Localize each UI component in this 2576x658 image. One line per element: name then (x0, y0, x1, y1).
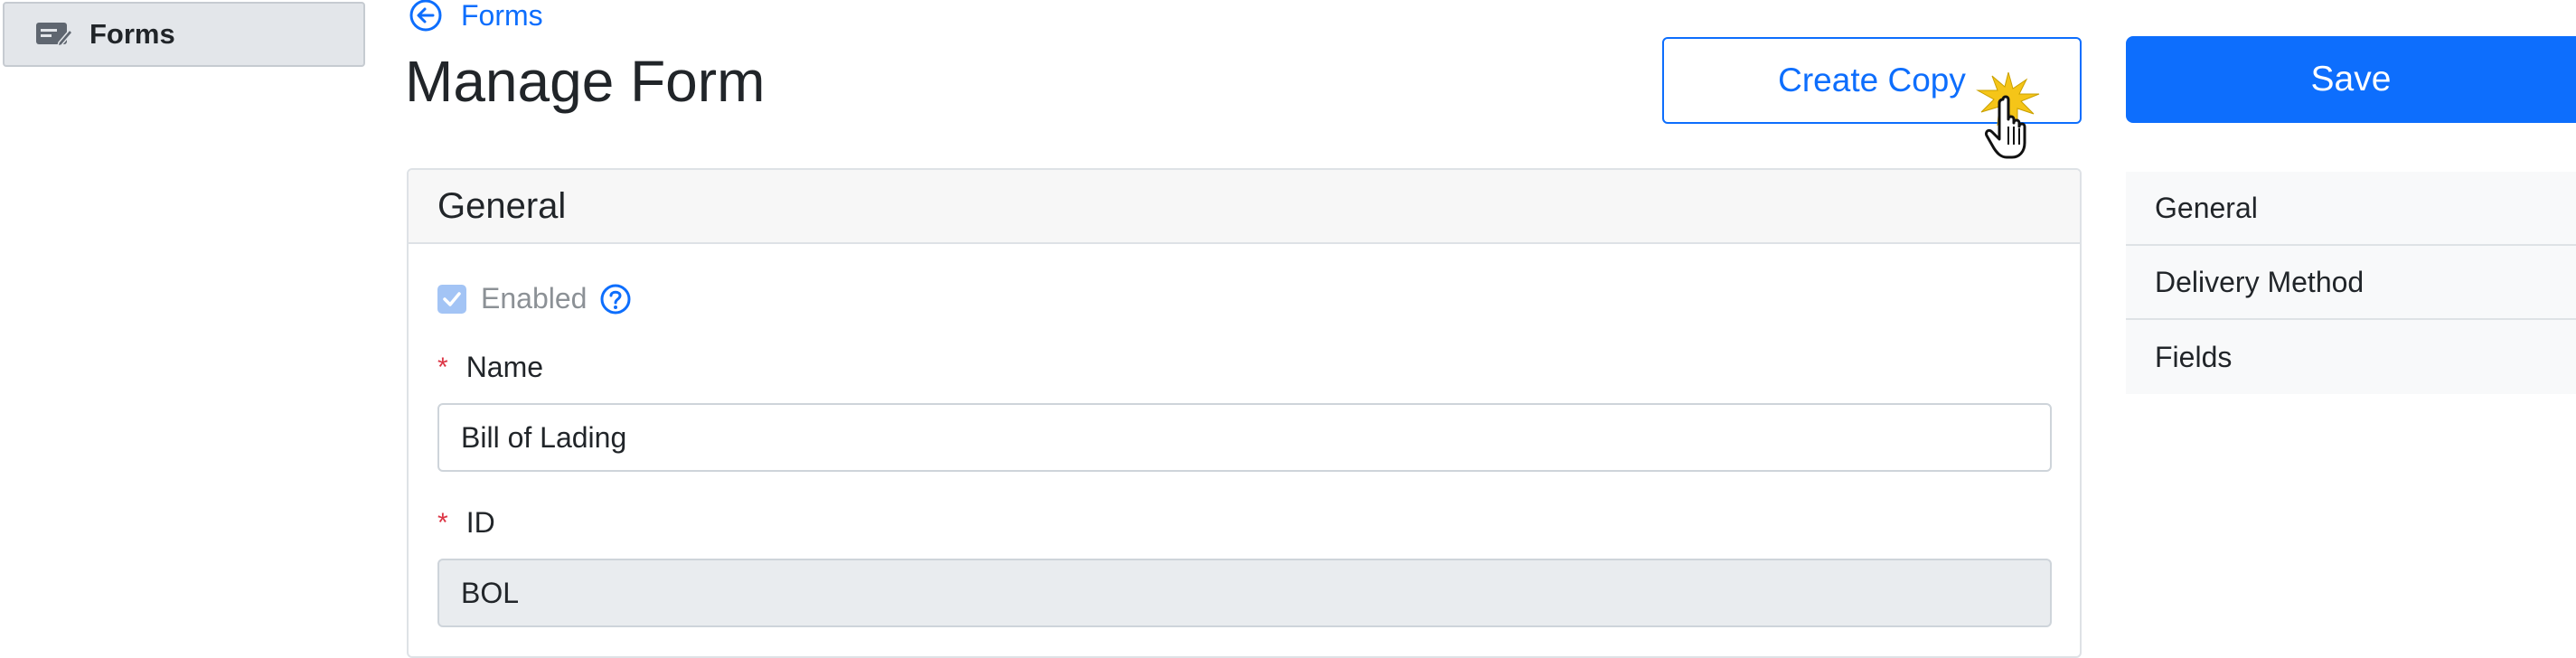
form-edit-icon (35, 21, 74, 48)
page-title: Manage Form (405, 49, 766, 114)
required-marker: * (437, 507, 448, 538)
required-marker: * (437, 352, 448, 382)
name-field-label: * Name (437, 351, 543, 384)
arrow-left-circle-icon (409, 0, 443, 33)
sidebar-item-forms[interactable]: Forms (3, 2, 365, 67)
help-circle-icon[interactable] (599, 283, 632, 315)
back-link-label: Forms (461, 0, 543, 32)
section-nav-general[interactable]: General (2126, 172, 2576, 246)
id-label-text: ID (465, 506, 495, 539)
general-card: General Enabled * Name Bill of Lading * … (407, 168, 2082, 658)
card-title: General (437, 186, 567, 226)
enabled-row: Enabled (437, 282, 632, 315)
back-link-forms[interactable]: Forms (409, 0, 543, 33)
card-header: General (409, 170, 2080, 244)
sidebar-item-label: Forms (89, 18, 175, 50)
pointer-cursor-icon (1972, 70, 2045, 163)
section-nav: General Delivery Method Fields (2126, 172, 2576, 394)
enabled-label: Enabled (481, 282, 588, 315)
section-nav-delivery-method[interactable]: Delivery Method (2126, 246, 2576, 320)
name-input[interactable]: Bill of Lading (437, 403, 2052, 472)
id-input[interactable]: BOL (437, 559, 2052, 627)
save-button[interactable]: Save (2126, 36, 2576, 123)
section-nav-fields[interactable]: Fields (2126, 320, 2576, 394)
name-label-text: Name (465, 351, 544, 383)
enabled-checkbox[interactable] (437, 284, 466, 314)
id-field-label: * ID (437, 506, 495, 540)
